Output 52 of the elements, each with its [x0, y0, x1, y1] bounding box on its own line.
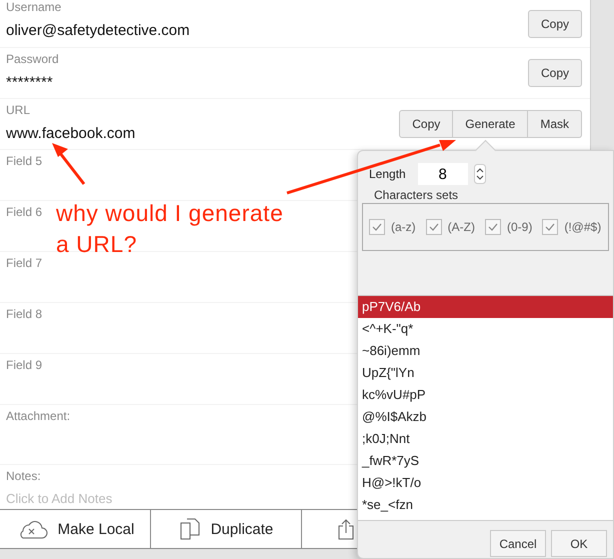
checkbox[interactable] [542, 219, 558, 235]
password-item[interactable]: ;k0J;Nnt [358, 428, 613, 450]
field-action-button[interactable]: Copy [399, 110, 454, 138]
checkmark-icon [545, 223, 556, 231]
length-label: Length [369, 167, 406, 181]
checkbox[interactable] [485, 219, 501, 235]
dialog-button[interactable]: Cancel [490, 530, 546, 557]
password-item[interactable]: H@>!kT/o [358, 472, 613, 494]
field-action-button[interactable]: Generate [453, 110, 528, 138]
field-label: Password [6, 52, 59, 66]
field-value: ******** [6, 74, 53, 91]
checkbox[interactable] [426, 219, 442, 235]
password-item[interactable]: kc%vU#pP [358, 384, 613, 406]
password-item[interactable]: ~86i)emm [358, 340, 613, 362]
dialog-button[interactable]: OK [551, 530, 607, 557]
field-value: www.facebook.com [6, 125, 136, 142]
duplicate-icon [178, 518, 201, 540]
checkbox-label: (a-z) [391, 220, 416, 234]
checkbox-label: (A-Z) [448, 220, 475, 234]
field-label: Username [6, 0, 62, 14]
password-item[interactable]: *se_<fzn [358, 494, 613, 516]
field-label: Field 6 [6, 205, 42, 219]
field-action-button[interactable]: Copy [528, 59, 582, 87]
share-icon [338, 518, 354, 540]
checkmark-icon [428, 223, 439, 231]
password-item[interactable]: @%I$Akzb [358, 406, 613, 428]
charsets-title: Characters sets [374, 188, 458, 202]
field-value: oliver@safetydetective.com [6, 22, 190, 39]
duplicate-button[interactable]: Duplicate [151, 510, 302, 548]
annotation-arrow [52, 143, 86, 185]
password-item[interactable]: <^+K-"q* [358, 318, 613, 340]
stepper-icon[interactable] [474, 164, 486, 184]
field-label: Field 5 [6, 154, 42, 168]
password-item[interactable]: _fwR*7yS [358, 450, 613, 472]
checkbox-label: (!@#$) [564, 220, 602, 234]
attachment-label: Attachment: [6, 409, 70, 423]
checkmark-icon [488, 223, 498, 231]
checkbox[interactable] [369, 219, 385, 235]
length-field[interactable]: 8 [418, 163, 468, 185]
field-label: Field 8 [6, 307, 42, 321]
annotation-text: why would I generate a URL? [56, 199, 284, 259]
cloud-button[interactable]: Make Local [0, 510, 151, 548]
notes-label: Notes: [6, 469, 41, 483]
field-label: Field 9 [6, 358, 42, 372]
password-item[interactable]: pP7V6/Ab [358, 296, 613, 318]
field-action-button[interactable]: Mask [528, 110, 582, 138]
field-action-button[interactable]: Copy [528, 10, 582, 38]
checkbox-label: (0-9) [507, 220, 532, 234]
checkmark-icon [372, 223, 382, 231]
field-label: Field 7 [6, 256, 42, 270]
field-label: URL [6, 103, 30, 117]
password-item[interactable]: UpZ{"lYn [358, 362, 613, 384]
